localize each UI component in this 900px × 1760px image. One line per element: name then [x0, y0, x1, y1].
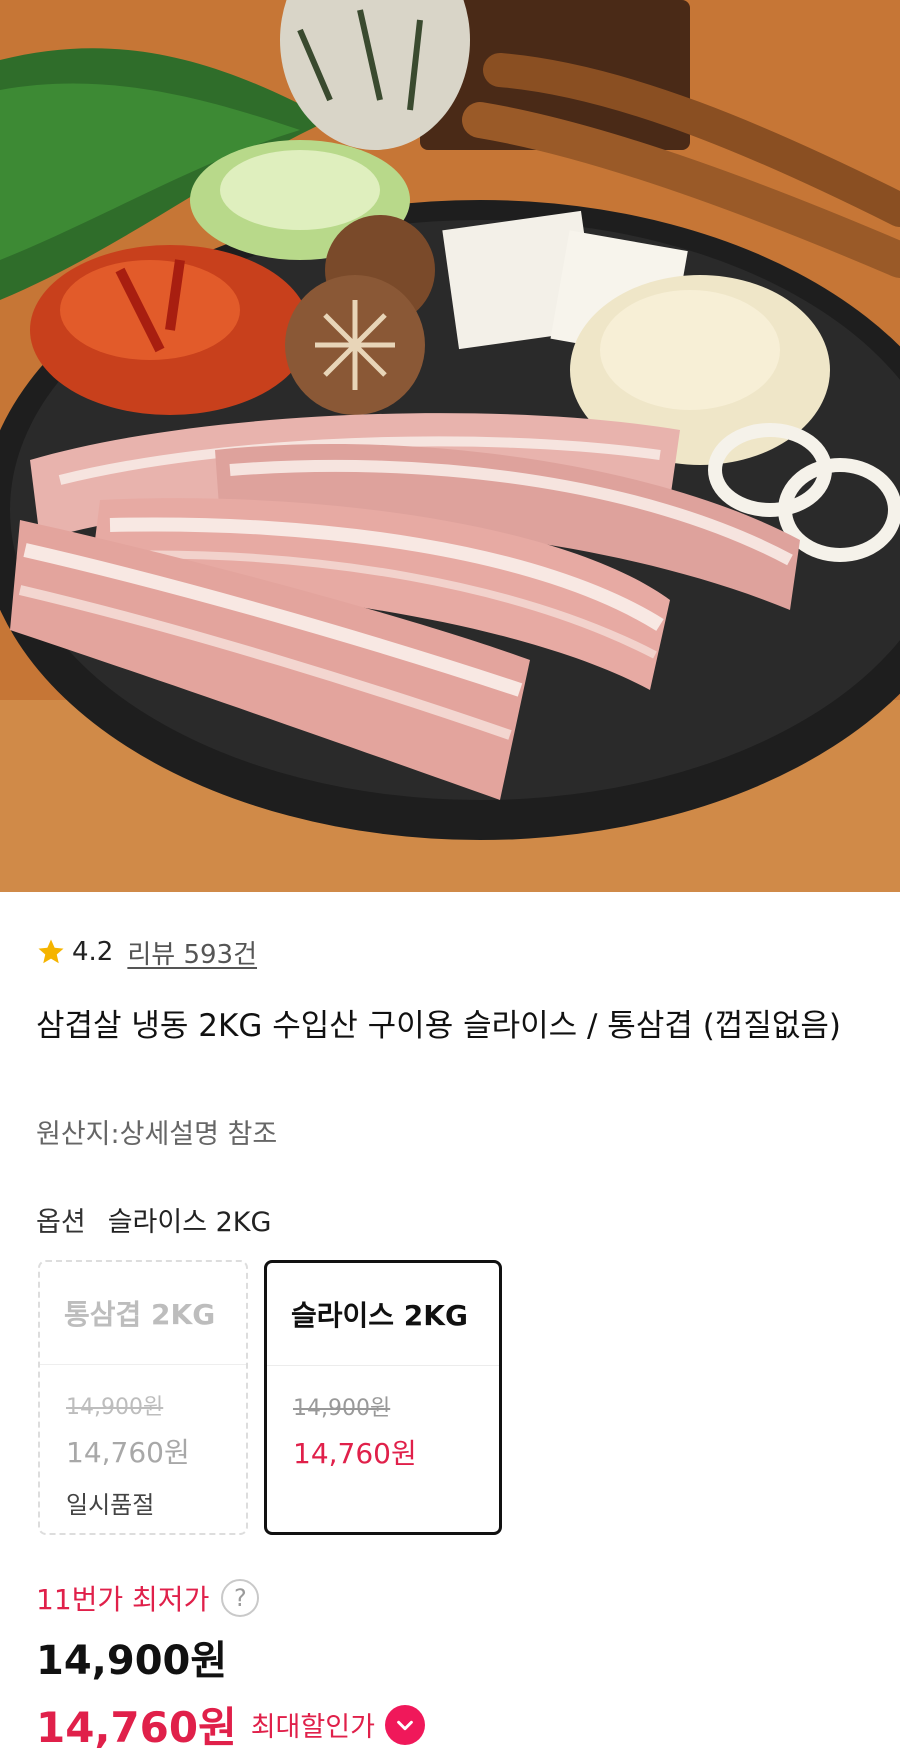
option-label: 옵션	[36, 1207, 86, 1238]
option-card-name: 슬라이스 2KG	[267, 1263, 499, 1366]
option-selection-row: 옵션 슬라이스 2KG	[36, 1200, 271, 1239]
option-original-price: 14,900원	[293, 1396, 391, 1421]
star-icon	[38, 939, 64, 964]
option-card-name: 통삼겹 2KG	[40, 1262, 246, 1365]
origin-info: 원산지:상세설명 참조	[36, 1119, 278, 1150]
option-sale-price: 14,760원	[293, 1437, 417, 1470]
product-title: 삼겹살 냉동 2KG 수입산 구이용 슬라이스 / 통삼겹 (껍질없음)	[36, 1008, 841, 1044]
final-price: 14,760원	[36, 1703, 237, 1752]
chevron-down-icon[interactable]	[384, 1704, 425, 1745]
option-selected-value: 슬라이스 2KG	[107, 1207, 272, 1238]
rating-row: 4.2 리뷰 593건	[36, 932, 257, 972]
lowest-price-label: 11번가 최저가	[36, 1583, 210, 1616]
help-icon[interactable]: ?	[221, 1579, 260, 1617]
option-sale-price: 14,760원	[66, 1436, 190, 1469]
regular-price: 14,900원	[36, 1638, 228, 1684]
option-status: 일시품절	[66, 1491, 155, 1519]
option-card-whole-pork-belly[interactable]: 통삼겹 2KG 14,900원 14,760원 일시품절	[38, 1260, 248, 1535]
max-discount-label: 최대할인가	[250, 1712, 375, 1743]
option-original-price: 14,900원	[66, 1395, 164, 1420]
product-page: 4.2 리뷰 593건 삼겹살 냉동 2KG 수입산 구이용 슬라이스 / 통삼…	[0, 0, 900, 1760]
rating-value: 4.2	[72, 937, 114, 967]
product-image[interactable]	[0, 0, 900, 892]
option-card-slice[interactable]: 슬라이스 2KG 14,900원 14,760원	[264, 1260, 502, 1535]
lowest-price-row: 11번가 최저가 ?	[36, 1578, 260, 1618]
final-price-row: 14,760원 최대할인가	[36, 1694, 425, 1755]
review-count-link[interactable]: 리뷰 593건	[127, 934, 257, 971]
